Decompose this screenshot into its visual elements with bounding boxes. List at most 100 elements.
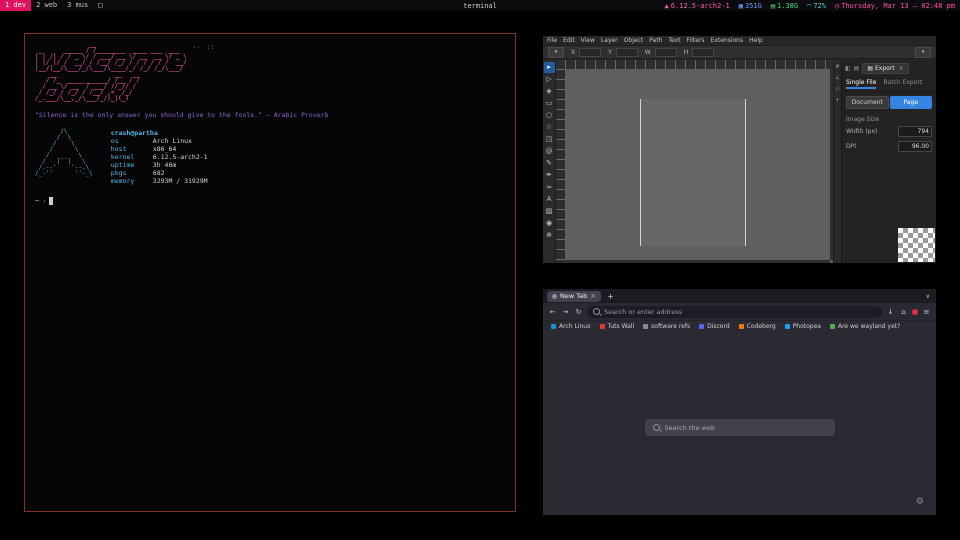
star-tool[interactable]: ☆ [544, 122, 555, 133]
width-input[interactable]: 794 [898, 126, 932, 137]
menu-extensions[interactable]: Extensions [711, 37, 744, 44]
tab-batch-export[interactable]: Batch Export [883, 79, 922, 89]
tab-bar: New Tab × + ∨ [543, 289, 936, 303]
snap-bbox-icon[interactable]: # [835, 64, 839, 70]
bookmark-software-refs[interactable]: software refs [643, 323, 690, 330]
selection-mode-dropdown[interactable]: ▾ [548, 47, 564, 58]
menu-text[interactable]: Text [668, 37, 680, 44]
bookmark-codeberg[interactable]: Codeberg [739, 323, 776, 330]
x-field-label: X [571, 49, 575, 56]
tab-close-icon[interactable]: × [590, 292, 596, 300]
text-tool[interactable]: A [544, 194, 555, 205]
bookmark-favicon [785, 324, 790, 329]
snap-others-icon[interactable]: ◇ [836, 86, 840, 92]
x-input[interactable] [579, 48, 601, 57]
ellipse-tool[interactable]: ○ [544, 110, 555, 121]
home-icon[interactable]: ⌂ [899, 308, 908, 316]
terminal-window[interactable]: __ _ _____ / /________ ____ ___ ___ | | … [24, 33, 516, 512]
kernel-module: ▲6.12.5-arch2-1 [665, 2, 730, 10]
bookmark-photopea[interactable]: Photopea [785, 323, 821, 330]
list-tabs-chevron-icon[interactable]: ∨ [926, 293, 930, 300]
memory-module: ▤1.38G [771, 2, 798, 10]
dpi-label: DPI [846, 143, 856, 150]
web-search-input[interactable]: Search the web [645, 419, 835, 436]
personalize-gear-icon[interactable]: ⚙ [916, 497, 924, 507]
rect-tool[interactable]: ▭ [544, 98, 555, 109]
menu-file[interactable]: File [547, 37, 557, 44]
fetch-row-memory: memory3293M / 31929M [111, 177, 208, 185]
fetch-row-os: osArch Linux [111, 137, 208, 145]
bookmark-discord[interactable]: Discord [699, 323, 730, 330]
back-button[interactable]: ← [548, 308, 557, 316]
units-dropdown[interactable]: ▾ [915, 47, 931, 58]
box3d-tool[interactable]: ◳ [544, 134, 555, 145]
account-badge[interactable] [912, 309, 918, 315]
zoom-tool[interactable]: ⊕ [544, 230, 555, 241]
width-label: Width (px) [846, 128, 877, 135]
new-tab-page: Search the web ⚙ [543, 331, 936, 515]
shell-prompt[interactable]: ~› [35, 197, 505, 205]
bookmark-are-we-wayland-yet[interactable]: Are we wayland yet? [830, 323, 900, 330]
docked-dialog-icon-2[interactable]: ▤ [854, 65, 860, 72]
pencil-tool[interactable]: ✎ [544, 158, 555, 169]
arch-logo-ascii: /\ / \ / \ / \ / __ \ / | | \ /.--' '--.… [35, 129, 93, 185]
menu-object[interactable]: Object [624, 37, 644, 44]
bookmark-tuts-wall[interactable]: Tuts Wall [600, 323, 635, 330]
snap-nodes-icon[interactable]: ∠ [835, 75, 839, 81]
navigation-bar: ← → ↻ Search or enter address ↓ ⌂ ≡ [543, 303, 936, 320]
fetch-output: /\ / \ / \ / \ / __ \ / | | \ /.--' '--.… [35, 129, 505, 185]
w-input[interactable] [655, 48, 677, 57]
tab-single-file[interactable]: Single File [846, 79, 876, 89]
menu-view[interactable]: View [581, 37, 595, 44]
shape-builder-tool[interactable]: ◈ [544, 86, 555, 97]
snap-grid-icon[interactable]: + [835, 97, 839, 103]
address-placeholder: Search or enter address [604, 308, 682, 316]
export-dialog-tab[interactable]: ▤ Export × [862, 63, 908, 74]
close-icon[interactable]: × [899, 65, 904, 72]
forward-button[interactable]: → [561, 308, 570, 316]
tool-controls-bar: ▾ X Y W H ▾ [543, 45, 936, 59]
y-field-label: Y [608, 49, 612, 56]
toolbox: ▸ ▷ ◈ ▭ ○ ☆ ◳ @ ✎ ✒ ≈ A ▨ ◉ ⊕ [543, 60, 556, 263]
tab-favicon [552, 294, 557, 299]
selector-tool[interactable]: ▸ [544, 62, 555, 73]
scope-document-button[interactable]: Document [846, 96, 889, 109]
bookmark-arch-linux[interactable]: Arch Linux [551, 323, 591, 330]
quote-line: "Silence is the only answer you should g… [35, 111, 505, 119]
spiral-tool[interactable]: @ [544, 146, 555, 157]
gradient-tool[interactable]: ▨ [544, 206, 555, 217]
y-input[interactable] [616, 48, 638, 57]
dropper-tool[interactable]: ◉ [544, 218, 555, 229]
menu-help[interactable]: Help [749, 37, 763, 44]
menu-layer[interactable]: Layer [601, 37, 618, 44]
downloads-icon[interactable]: ↓ [886, 308, 895, 316]
canvas-hscrollbar[interactable] [565, 260, 830, 263]
search-icon [593, 308, 600, 315]
dpi-input[interactable]: 96.00 [898, 141, 932, 152]
canvas[interactable] [565, 69, 833, 263]
tab-new-tab[interactable]: New Tab × [547, 291, 601, 302]
calligraphy-tool[interactable]: ≈ [544, 182, 555, 193]
menu-icon[interactable]: ≡ [922, 308, 931, 316]
scope-page-button[interactable]: Page [890, 96, 933, 109]
disk-icon: ▦ [739, 2, 743, 10]
refresh-button[interactable]: ↻ [574, 308, 583, 316]
menu-edit[interactable]: Edit [563, 37, 575, 44]
fetch-row-uptime: uptime3h 46m [111, 161, 208, 169]
prompt-path: ~ [35, 197, 39, 205]
user-host: crash@partha [111, 129, 208, 137]
address-bar[interactable]: Search or enter address [587, 306, 882, 318]
w-field-label: W [645, 49, 651, 56]
docked-dialog-icon-1[interactable]: ◧ [845, 65, 851, 72]
pen-tool[interactable]: ✒ [544, 170, 555, 181]
h-input[interactable] [692, 48, 714, 57]
disk-module: ▦351G [739, 2, 762, 10]
new-tab-button[interactable]: + [607, 292, 614, 301]
node-tool[interactable]: ▷ [544, 74, 555, 85]
export-panel: ◧ ▤ ▤ Export × Single File Batch Export … [841, 60, 936, 263]
prompt-chevron: › [42, 197, 46, 205]
menu-filters[interactable]: Filters [687, 37, 705, 44]
snap-toolbar: # ∠ ◇ + [833, 60, 841, 263]
menu-path[interactable]: Path [649, 37, 662, 44]
clock-module: ◷Thursday, Mar 13 — 02:48 pm [835, 2, 955, 10]
